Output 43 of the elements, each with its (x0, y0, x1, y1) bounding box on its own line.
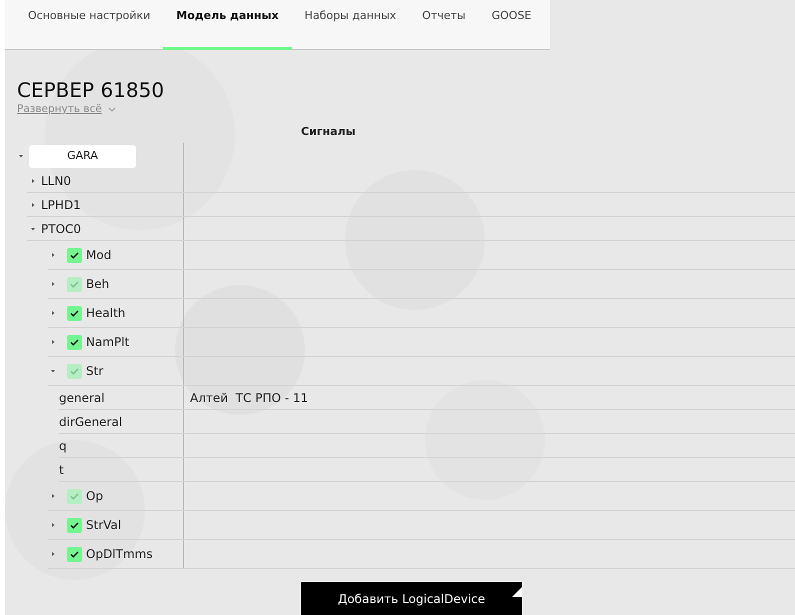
caret-right-icon[interactable] (49, 521, 57, 530)
checkbox[interactable] (67, 546, 82, 562)
tree-item-label[interactable]: StrVal (86, 516, 122, 534)
tree-item-label[interactable]: q (59, 436, 67, 455)
tab[interactable]: Основные настройки (15, 0, 164, 50)
checkbox[interactable] (67, 334, 82, 350)
checkbox[interactable] (67, 518, 82, 533)
signal-value: Алтей ТС РПО - 11 (190, 390, 308, 407)
device-label[interactable]: GARA (29, 145, 136, 168)
checkbox[interactable] (67, 276, 82, 292)
tab[interactable]: Наборы данных (292, 0, 410, 50)
tab[interactable]: Модель данных (163, 0, 292, 50)
checkbox[interactable] (67, 306, 82, 321)
caret-right-icon[interactable] (49, 280, 57, 288)
caret-right-icon[interactable] (49, 309, 57, 318)
tree-item-label[interactable]: Str (86, 362, 104, 380)
tree-item-label[interactable]: Beh (86, 275, 110, 294)
tree-item-label[interactable]: Mod (86, 246, 112, 264)
tree-item-label[interactable]: t (59, 460, 64, 479)
tree-item-label[interactable]: OpDlTmms (86, 545, 153, 564)
tree-item-label[interactable]: PTOC0 (41, 220, 82, 238)
caret-right-icon[interactable] (49, 338, 57, 346)
checkbox[interactable] (67, 364, 82, 379)
tab[interactable]: Отчеты (409, 0, 479, 50)
tab[interactable]: GOOSE (478, 0, 544, 50)
corner-triangle-icon (512, 587, 522, 597)
tree-item-label[interactable]: LPHD1 (41, 196, 81, 214)
column-header: Сигналы (301, 124, 357, 140)
tree-item-label[interactable]: dirGeneral (59, 412, 122, 431)
tree-item-label[interactable]: general (59, 388, 105, 407)
tree-item-label[interactable]: NamPlt (86, 333, 130, 352)
caret-right-icon[interactable] (29, 176, 37, 185)
checkbox[interactable] (67, 488, 82, 504)
checkbox[interactable] (67, 248, 82, 263)
caret-right-icon[interactable] (49, 550, 57, 558)
caret-right-icon[interactable] (29, 200, 37, 209)
tree-item-label[interactable]: Health (86, 304, 126, 322)
caret-right-icon[interactable] (49, 251, 57, 260)
caret-right-icon[interactable] (49, 492, 57, 500)
tree-item-label[interactable]: Op (86, 487, 104, 506)
server-title: СЕРВЕР 61850 (17, 78, 166, 102)
tree-item-label[interactable]: LLN0 (41, 172, 71, 190)
add-device-button[interactable]: Добавить LogicalDevice (301, 582, 522, 615)
